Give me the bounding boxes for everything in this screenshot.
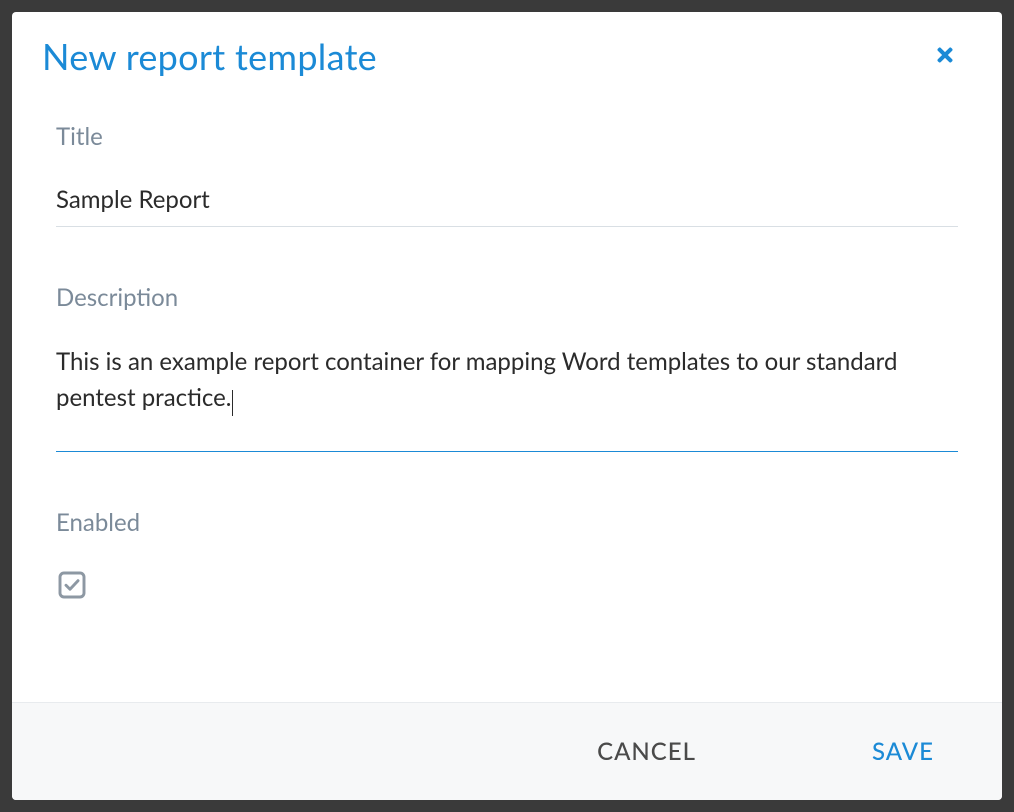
description-input[interactable]: This is an example report container for …	[56, 342, 958, 452]
description-field-group: Description This is an example report co…	[56, 283, 958, 452]
close-icon	[934, 44, 956, 69]
new-report-template-modal: New report template Title Description Th…	[12, 12, 1002, 800]
title-label: Title	[56, 122, 958, 151]
close-button[interactable]	[928, 38, 962, 75]
enabled-label: Enabled	[56, 508, 958, 537]
enabled-checkbox[interactable]	[56, 569, 88, 605]
description-label: Description	[56, 283, 958, 312]
checkbox-checked-icon	[56, 569, 88, 605]
enabled-field-group: Enabled	[56, 508, 958, 605]
title-field-group: Title	[56, 122, 958, 227]
title-input[interactable]	[56, 181, 958, 227]
save-button[interactable]: SAVE	[864, 733, 942, 770]
modal-header: New report template	[12, 12, 1002, 92]
cancel-button[interactable]: CANCEL	[589, 733, 704, 770]
modal-footer: CANCEL SAVE	[12, 702, 1002, 800]
modal-title: New report template	[42, 34, 377, 78]
modal-body: Title Description This is an example rep…	[12, 92, 1002, 702]
